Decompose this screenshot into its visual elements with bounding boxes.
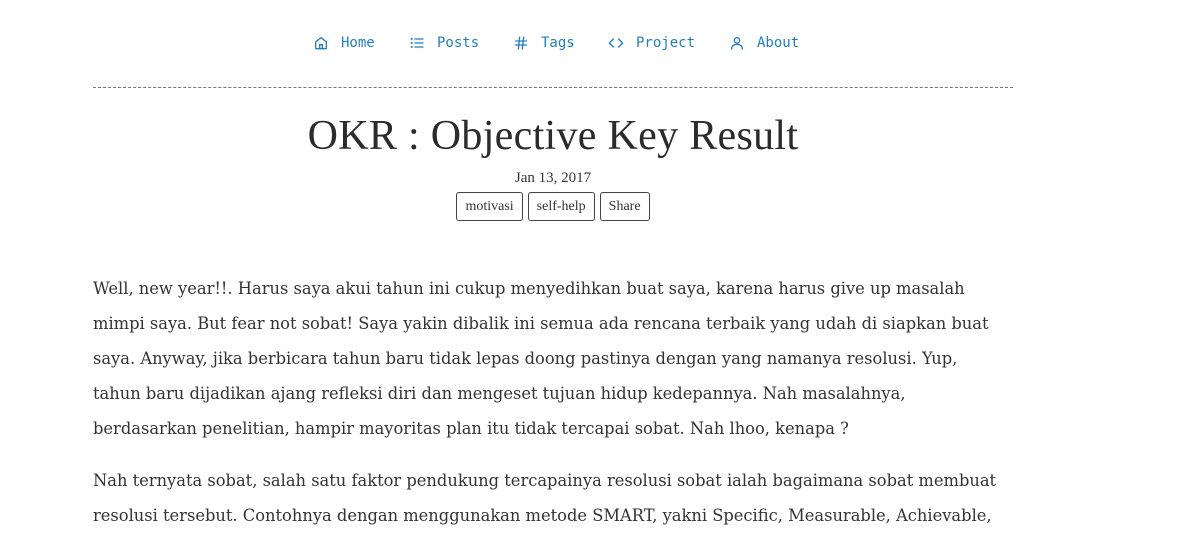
user-icon <box>731 37 743 50</box>
nav-home[interactable]: Home <box>313 32 375 54</box>
top-navigation: Home Posts Tags Project About <box>0 0 1106 86</box>
nav-project-label: Project <box>636 35 696 51</box>
post-content: Well, new year!!. Harus saya akui tahun … <box>93 271 1003 550</box>
share-button[interactable]: Share <box>599 192 650 221</box>
tag-motivasi[interactable]: motivasi <box>456 192 523 221</box>
post-date: Jan 13, 2017 <box>514 170 592 186</box>
hash-icon <box>515 36 527 50</box>
code-icon <box>608 38 624 48</box>
nav-tags-label: Tags <box>541 35 575 51</box>
home-icon <box>315 37 327 50</box>
list-icon <box>410 37 424 49</box>
post-title: OKR : Objective Key Result <box>307 113 799 159</box>
nav-project[interactable]: Project <box>608 32 695 54</box>
nav-about[interactable]: About <box>729 32 799 54</box>
post-tags: motivasi self-help Share <box>93 192 1013 221</box>
nav-posts[interactable]: Posts <box>409 32 479 54</box>
paragraph-1: Well, new year!!. Harus saya akui tahun … <box>93 279 989 438</box>
nav-home-label: Home <box>341 35 375 51</box>
nav-posts-label: Posts <box>437 35 480 51</box>
tag-self-help[interactable]: self-help <box>527 192 595 221</box>
header-divider <box>93 87 1013 88</box>
nav-about-label: About <box>757 35 800 51</box>
paragraph-2: Nah ternyata sobat, salah satu faktor pe… <box>93 471 997 525</box>
nav-tags[interactable]: Tags <box>513 32 575 54</box>
